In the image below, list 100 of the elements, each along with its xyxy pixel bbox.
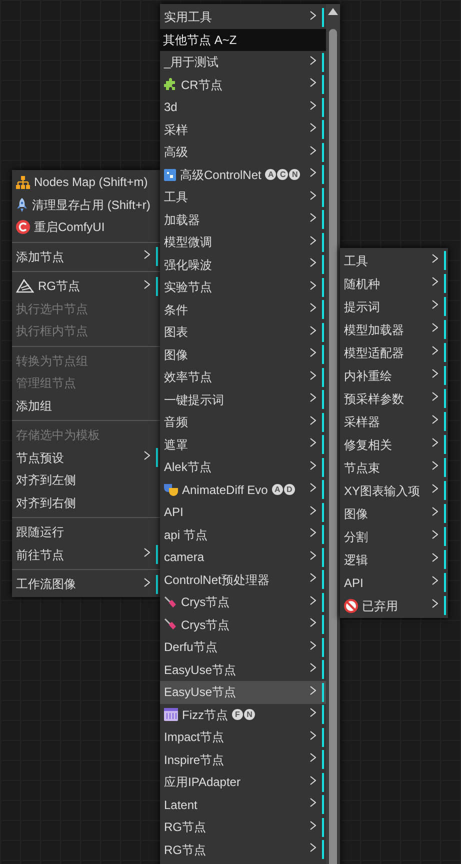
menu-item[interactable]: 遮罩 <box>160 434 326 456</box>
chevron-icon <box>432 553 438 562</box>
menu-item[interactable]: 图像 <box>160 344 326 366</box>
menu-item[interactable]: 模型微调 <box>160 231 326 254</box>
menu-item[interactable]: 模型加载器 <box>340 318 448 341</box>
chevron-icon <box>432 323 438 332</box>
scrollbar[interactable] <box>326 4 340 864</box>
chevron-icon <box>310 56 316 65</box>
menu-item[interactable]: 提示词 <box>340 295 448 318</box>
chevron-icon <box>310 168 316 178</box>
submenu-marker <box>322 98 324 117</box>
menu-item[interactable]: 图表 <box>160 321 326 344</box>
menu-item[interactable]: 条件 <box>160 298 326 321</box>
menu-item[interactable]: 模型适配器 <box>340 341 448 364</box>
chevron-icon <box>310 730 316 740</box>
menu-item[interactable]: 内补重绘 <box>340 364 448 387</box>
menu-item[interactable]: 添加节点 <box>12 246 160 268</box>
submenu-marker <box>322 142 324 162</box>
menu-item[interactable]: 重启ComfyUI <box>12 216 160 238</box>
menu-item[interactable]: Fizz节点 F N <box>160 704 326 726</box>
menu-item[interactable]: Alek节点 <box>160 456 326 478</box>
menu-item[interactable]: ControlNet预处理器 <box>160 568 326 591</box>
chevron-icon <box>310 596 316 605</box>
menu-item[interactable]: 采样器 <box>340 410 448 433</box>
menu-item[interactable]: Inspire节点 <box>160 748 326 771</box>
menu-item[interactable]: 加载器 <box>160 208 326 231</box>
submenu-marker <box>322 570 324 590</box>
menu-item[interactable]: _用于测试 <box>160 51 326 74</box>
submenu-marker <box>444 251 446 270</box>
chevron-icon <box>310 303 316 312</box>
submenu-marker <box>322 548 324 567</box>
menu-item[interactable]: 跟随运行 <box>12 521 160 544</box>
chevron-icon <box>310 78 316 88</box>
menu-item[interactable]: 修复相关 <box>340 433 448 456</box>
menu-item[interactable]: 工作流图像 <box>12 573 160 596</box>
menu-item[interactable]: XY图表输入项 <box>340 479 448 502</box>
chevron-icon <box>310 348 316 358</box>
submenu-marker <box>322 165 324 184</box>
menu-item[interactable]: 添加组 <box>12 394 160 417</box>
chevron-icon <box>310 528 316 538</box>
submenu-marker <box>444 343 446 362</box>
menu-item[interactable]: 工具 <box>340 249 448 272</box>
menu-item[interactable]: 应用IPAdapter <box>160 771 326 794</box>
menu-item[interactable]: 高级ControlNet A C N <box>160 164 326 186</box>
chevron-icon <box>432 530 438 539</box>
scroll-up-icon[interactable] <box>328 8 338 15</box>
menu-item[interactable]: API <box>160 501 326 524</box>
chevron-icon <box>144 548 150 558</box>
menu-item[interactable]: 实验节点 <box>160 276 326 298</box>
menu-item[interactable]: Crys节点 <box>160 614 326 636</box>
submenu-marker <box>322 120 324 140</box>
letter-badge: A <box>265 169 276 180</box>
menu-item[interactable]: Derfu节点 <box>160 636 326 658</box>
menu-item[interactable]: 对齐到左侧 <box>12 469 160 492</box>
menu-item[interactable]: RG节点 <box>160 816 326 838</box>
menu-item[interactable]: 工具 <box>160 186 326 208</box>
submenu-marker <box>322 390 324 410</box>
menu-item[interactable]: Nodes Map (Shift+m) <box>12 171 160 194</box>
submenu-marker <box>322 278 324 297</box>
menu-item[interactable]: EasyUse节点 <box>160 681 326 704</box>
menu-item[interactable]: Latent <box>160 794 326 816</box>
submenu-marker <box>322 210 324 230</box>
menu-item[interactable]: 节点预设 <box>12 446 160 469</box>
menu-item[interactable]: RG节点 <box>12 275 160 298</box>
menu-item[interactable]: 已弃用 <box>340 594 448 617</box>
menu-item[interactable]: 实用工具 <box>160 6 326 28</box>
menu-item[interactable]: 清理显存占用 (Shift+r) <box>12 194 160 216</box>
menu-item[interactable]: 前往节点 <box>12 544 160 566</box>
menu-item[interactable]: 预采样参数 <box>340 387 448 410</box>
menu-item[interactable]: api 节点 <box>160 524 326 546</box>
submenu-marker <box>322 458 324 477</box>
menu-item[interactable]: Impact节点 <box>160 726 326 748</box>
menu-item[interactable]: CR节点 <box>160 74 326 96</box>
menu-item[interactable]: 强化噪波 <box>160 254 326 276</box>
menu-item[interactable]: 音频 <box>160 411 326 434</box>
menu-item[interactable]: 采样 <box>160 118 326 141</box>
chevron-icon <box>432 300 438 309</box>
menu-item[interactable]: 一键提示词 <box>160 388 326 411</box>
submenu-marker <box>322 502 324 522</box>
menu-item[interactable]: 效率节点 <box>160 366 326 388</box>
menu-item[interactable]: 高级 <box>160 141 326 164</box>
submenu-marker <box>444 481 446 500</box>
menu-item[interactable]: camera <box>160 546 326 568</box>
submenu-marker <box>322 255 324 274</box>
menu-item[interactable]: 对齐到右侧 <box>12 492 160 514</box>
menu-item[interactable]: Crys节点 <box>160 591 326 614</box>
submenu-marker <box>322 818 324 837</box>
menu-item[interactable]: 分割 <box>340 525 448 548</box>
menu-item[interactable]: EasyUse节点 <box>160 658 326 681</box>
chevron-icon <box>432 438 438 447</box>
menu-item[interactable]: RG节点 <box>160 838 326 861</box>
chevron-icon <box>310 573 316 582</box>
menu-item[interactable]: 3d <box>160 96 326 118</box>
menu-item[interactable]: 逻辑 <box>340 548 448 571</box>
menu-item[interactable]: API <box>340 571 448 594</box>
menu-item[interactable]: 节点束 <box>340 456 448 479</box>
menu-item[interactable]: 随机种 <box>340 272 448 295</box>
scroll-thumb[interactable] <box>329 29 337 864</box>
menu-item[interactable]: 图像 <box>340 502 448 525</box>
menu-item[interactable]: AnimateDiff Evo A D <box>160 478 326 501</box>
